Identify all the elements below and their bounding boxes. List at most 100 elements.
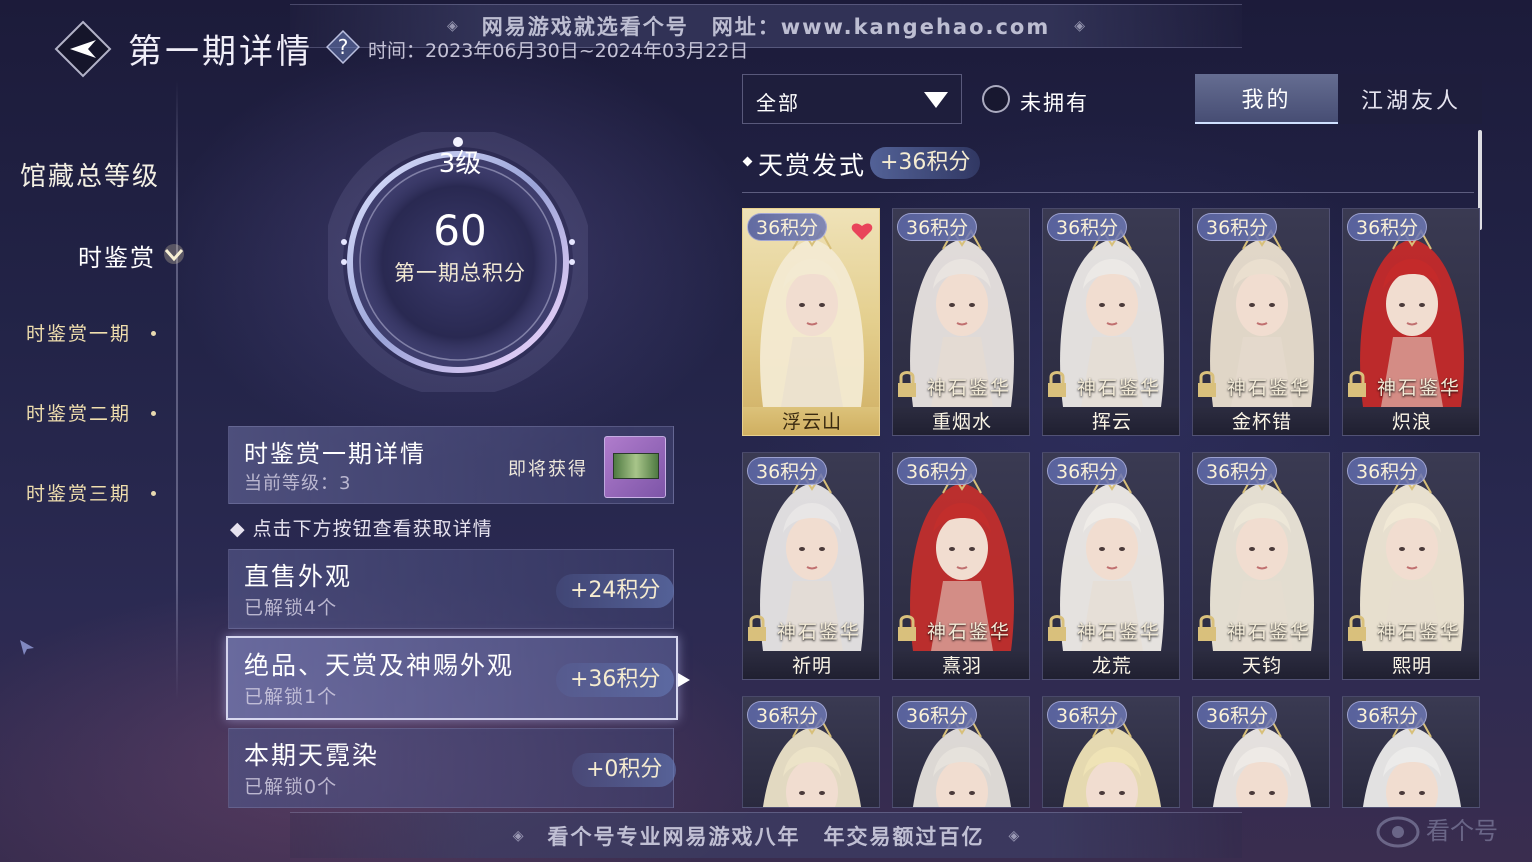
category-points: +0积分 [572,753,677,787]
help-button[interactable]: ? [325,29,361,65]
ornament-icon: ◈ [1008,827,1020,844]
card-points-badge: 36积分 [1047,213,1128,241]
ornament-icon: ◈ [512,827,524,844]
card-name: 挥云 [1043,407,1179,435]
unowned-label: 未拥有 [1020,91,1089,115]
card-points-badge: 36积分 [1197,457,1278,485]
category-points: +24积分 [556,574,675,608]
hairstyle-card[interactable]: 36积分 神石鉴华 熙明 [1342,452,1480,680]
reward-item-image [613,453,659,479]
hairstyle-card[interactable]: 36积分神石鉴华天钧 [1192,452,1330,680]
card-points-badge: 36积分 [897,457,978,485]
card-name: 祈明 [743,651,879,679]
section-bullet-icon [742,156,753,167]
card-name: 炽浪 [1343,407,1479,435]
period-time: 时间：2023年06月30日~2024年03月22日 [368,40,749,62]
category-unlocked: 已解锁0个 [244,776,338,798]
nav-collection-level[interactable]: 馆藏总等级 [20,156,160,193]
svg-text:?: ? [338,35,349,59]
category-title: 绝品、天赏及神赐外观 [244,651,515,680]
section-title: 天赏发式 [758,151,867,180]
card-points-badge: 36积分 [1197,701,1278,729]
level-label: 3级 [438,149,482,179]
hairstyle-card[interactable]: 36积分神石鉴华祈明 [742,452,880,680]
dot-icon [151,411,156,416]
category-title: 直售外观 [244,562,353,591]
lock-icon [1198,371,1216,397]
back-arrow-icon [54,20,112,78]
card-points-badge: 36积分 [747,213,828,241]
category-unlocked: 已解锁1个 [244,686,338,708]
hairstyle-card[interactable]: 36积分 神石鉴华 炽浪 [1342,208,1480,436]
card-source-tag: 神石鉴华 [927,621,1012,643]
current-level: 当前等级：3 [244,473,352,494]
bottom-banner-text: 看个号专业网易游戏八年 年交易额过百亿 [547,824,985,849]
cursor-arrow-icon [18,638,36,656]
soon-obtain-label: 即将获得 [508,459,588,480]
lock-icon [898,615,916,641]
bottom-watermark-banner: ◈ 看个号专业网易游戏八年 年交易额过百亿 ◈ [290,812,1242,858]
lock-icon [1048,371,1066,397]
card-name: 熹羽 [893,651,1029,679]
hairstyle-card[interactable]: 36积分神石鉴华熹羽 [892,452,1030,680]
card-source-tag: 神石鉴华 [777,621,862,643]
chevron-down-icon [160,240,188,268]
lock-icon [1048,615,1066,641]
card-source-tag: 神石鉴华 [927,377,1012,399]
dot-icon [151,491,156,496]
nav-period-3[interactable]: 时鉴赏三期 [26,479,131,506]
card-name: 浮云山 [743,407,879,435]
hairstyle-card[interactable]: 36积分 [1192,696,1330,808]
hairstyle-card[interactable]: 36积分 [1042,696,1180,808]
card-source-tag: 神石鉴华 [1227,621,1312,643]
hint-text: ◆ 点击下方按钮查看获取详情 [230,518,493,540]
lock-icon [748,615,766,641]
category-title: 本期天霓染 [244,741,380,770]
ornament-icon: ◈ [1074,18,1086,34]
card-name: 龙荒 [1043,651,1179,679]
card-name: 天钧 [1193,651,1329,679]
heart-icon[interactable] [851,221,873,241]
ornament-icon: ◈ [446,18,458,34]
filter-dropdown-value: 全部 [756,91,800,115]
card-source-tag: 神石鉴华 [1077,621,1162,643]
hairstyle-card[interactable]: 36积分 神石鉴华 金杯错 [1192,208,1330,436]
question-icon: ? [325,29,361,65]
nav-period-2[interactable]: 时鉴赏二期 [26,399,131,426]
card-name: 重烟水 [893,407,1029,435]
lock-icon [1348,371,1366,397]
card-points-badge: 36积分 [1047,701,1128,729]
card-points-badge: 36积分 [897,701,978,729]
tab-mine[interactable]: 我的 [1195,74,1338,124]
page-title: 第一期详情 [128,32,313,72]
reward-item-icon[interactable] [604,436,666,498]
hairstyle-card[interactable]: 36积分 [892,696,1030,808]
card-source-tag: 神石鉴华 [1227,377,1312,399]
kangehao-logo: 看个号 [1370,806,1520,856]
card-points-badge: 36积分 [1347,213,1428,241]
hairstyle-card[interactable]: 36积分 [1342,696,1480,808]
hairstyle-card[interactable]: 36积分 神石鉴华 龙荒 [1042,452,1180,680]
dropdown-arrow-icon [924,92,948,108]
unowned-radio[interactable] [982,85,1010,113]
hairstyle-card[interactable]: 36积分神石鉴华挥云 [1042,208,1180,436]
hairstyle-card[interactable]: 36积分 [742,696,880,808]
hairstyle-card[interactable]: 36积分浮云山 [742,208,880,436]
hint-label: 点击下方按钮查看获取详情 [252,518,493,540]
dot-icon [151,331,156,336]
card-points-badge: 36积分 [1347,457,1428,485]
section-divider [742,192,1474,193]
hairstyle-card[interactable]: 36积分 神石鉴华 重烟水 [892,208,1030,436]
nav-period-1[interactable]: 时鉴赏一期 [26,319,131,346]
back-button[interactable] [52,18,114,80]
card-source-tag: 神石鉴华 [1077,377,1162,399]
card-points-badge: 36积分 [747,457,828,485]
lock-icon [1348,615,1366,641]
card-source-tag: 神石鉴华 [1377,621,1462,643]
tab-friends[interactable]: 江湖友人 [1340,74,1482,124]
lock-icon [898,371,916,397]
card-points-badge: 36积分 [1197,213,1278,241]
total-score: 60 [433,206,487,255]
nav-shijianshang[interactable]: 时鉴赏 [78,238,156,273]
lock-icon [1198,615,1216,641]
